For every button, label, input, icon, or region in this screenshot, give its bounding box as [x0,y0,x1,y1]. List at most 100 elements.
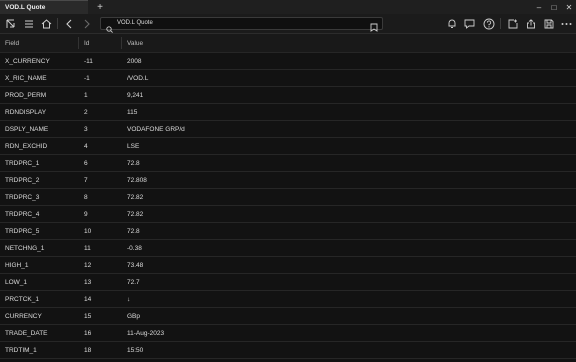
id-cell: 10 [84,227,92,235]
table-row[interactable]: DSPLY_NAME 3 VODAFONE GRP/d [0,121,576,138]
field-cell: NETCHNG_1 [5,244,45,252]
table-row[interactable]: PRCTCK_1 14 ↓ [0,291,576,308]
new-window-icon[interactable] [506,17,519,30]
table-row[interactable]: X_RIC_NAME -1 /VOD.L [0,70,576,87]
field-cell: X_RIC_NAME [5,74,47,82]
table-row[interactable]: TRDPRC_5 10 72.8 [0,223,576,240]
id-cell: 16 [84,329,92,337]
value-cell: 72.82 [127,210,144,218]
id-cell: 1 [84,91,88,99]
title-bar: VOD.L Quote + – □ ✕ [0,0,576,14]
toolbar-divider [500,18,501,29]
table-row[interactable]: X_CURRENCY -11 2008 [0,53,576,70]
quote-grid: Field Id Value X_CURRENCY -11 2008 X_RIC… [0,34,576,359]
id-cell: -1 [84,74,90,82]
table-row[interactable]: PROD_PERM 1 9,241 [0,87,576,104]
value-cell: LSE [127,142,140,150]
field-cell: DSPLY_NAME [5,125,49,133]
table-row[interactable]: CURRENCY 15 GBp [0,308,576,325]
value-cell: 9,241 [127,91,144,99]
field-cell: X_CURRENCY [5,57,50,65]
menu-icon[interactable] [22,17,35,30]
id-cell: -11 [84,57,93,65]
tab-title: VOD.L Quote [5,4,46,11]
value-cell: GBp [127,312,141,320]
grid-header: Field Id Value [0,34,576,53]
id-cell: 15 [84,312,92,320]
more-icon[interactable] [560,17,573,30]
maximize-button[interactable]: □ [547,0,561,14]
launch-icon[interactable] [4,17,17,30]
id-cell: 11 [84,244,91,252]
table-row[interactable]: TRDPRC_1 6 72.8 [0,155,576,172]
field-cell: TRADE_DATE [5,329,48,337]
field-cell: PROD_PERM [5,91,47,99]
value-cell: 72.7 [127,278,140,286]
table-row[interactable]: TRDPRC_3 8 72.82 [0,189,576,206]
minimize-button[interactable]: – [532,0,546,14]
new-tab-button[interactable]: + [95,0,105,14]
value-cell: 73.48 [127,261,144,269]
column-divider[interactable] [78,37,79,49]
field-cell: LOW_1 [5,278,28,286]
chat-icon[interactable] [463,17,476,30]
table-row[interactable]: HIGH_1 12 73.48 [0,257,576,274]
column-header-id[interactable]: Id [84,34,89,52]
table-row[interactable]: LOW_1 13 72.7 [0,274,576,291]
toolbar-divider [57,18,58,29]
value-cell: 72.808 [127,176,147,184]
table-row[interactable]: TRDTIM_1 18 15:50 [0,342,576,359]
id-cell: 8 [84,193,88,201]
value-cell: -0.38 [127,244,142,252]
value-cell: 11-Aug-2023 [127,329,165,337]
field-cell: TRDPRC_5 [5,227,40,235]
forward-icon[interactable] [80,17,93,30]
table-row[interactable]: RDN_EXCHID 4 LSE [0,138,576,155]
field-cell: HIGH_1 [5,261,29,269]
value-cell: 72.82 [127,193,144,201]
field-cell: CURRENCY [5,312,42,320]
id-cell: 2 [84,108,88,116]
field-cell: TRDPRC_2 [5,176,40,184]
table-row[interactable]: TRDPRC_4 9 72.82 [0,206,576,223]
table-row[interactable]: NETCHNG_1 11 -0.38 [0,240,576,257]
column-header-field[interactable]: Field [5,34,19,52]
home-icon[interactable] [40,17,53,30]
id-cell: 13 [84,278,92,286]
column-header-value[interactable]: Value [127,34,143,52]
field-cell: TRDPRC_3 [5,193,40,201]
column-divider[interactable] [121,37,122,49]
address-input[interactable]: VOD.L Quote [117,18,153,29]
value-cell: 72.8 [127,159,140,167]
field-cell: TRDPRC_4 [5,210,40,218]
toolbar: VOD.L Quote [0,14,576,34]
field-cell: RDN_EXCHID [5,142,48,150]
value-cell: 15:50 [127,346,144,354]
id-cell: 4 [84,142,88,150]
table-row[interactable]: RDNDISPLAY 2 115 [0,104,576,121]
id-cell: 9 [84,210,88,218]
id-cell: 6 [84,159,88,167]
field-cell: TRDPRC_1 [5,159,40,167]
table-row[interactable]: TRDPRC_2 7 72.808 [0,172,576,189]
address-bar[interactable]: VOD.L Quote [100,17,383,33]
value-cell: VODAFONE GRP/d [127,125,185,133]
value-cell: 115 [127,108,138,116]
id-cell: 18 [84,346,92,354]
value-cell: 72.8 [127,227,140,235]
back-icon[interactable] [62,17,75,30]
field-cell: RDNDISPLAY [5,108,47,116]
bell-icon[interactable] [445,17,458,30]
field-cell: PRCTCK_1 [5,295,39,303]
help-icon[interactable] [482,17,495,30]
save-icon[interactable] [542,17,555,30]
tab-vod-quote[interactable]: VOD.L Quote [0,0,88,14]
value-cell: /VOD.L [127,74,149,82]
id-cell: 12 [84,261,92,269]
id-cell: 3 [84,125,88,133]
id-cell: 14 [84,295,92,303]
table-row[interactable]: TRADE_DATE 16 11-Aug-2023 [0,325,576,342]
close-button[interactable]: ✕ [562,0,576,14]
id-cell: 7 [84,176,88,184]
share-icon[interactable] [524,17,537,30]
